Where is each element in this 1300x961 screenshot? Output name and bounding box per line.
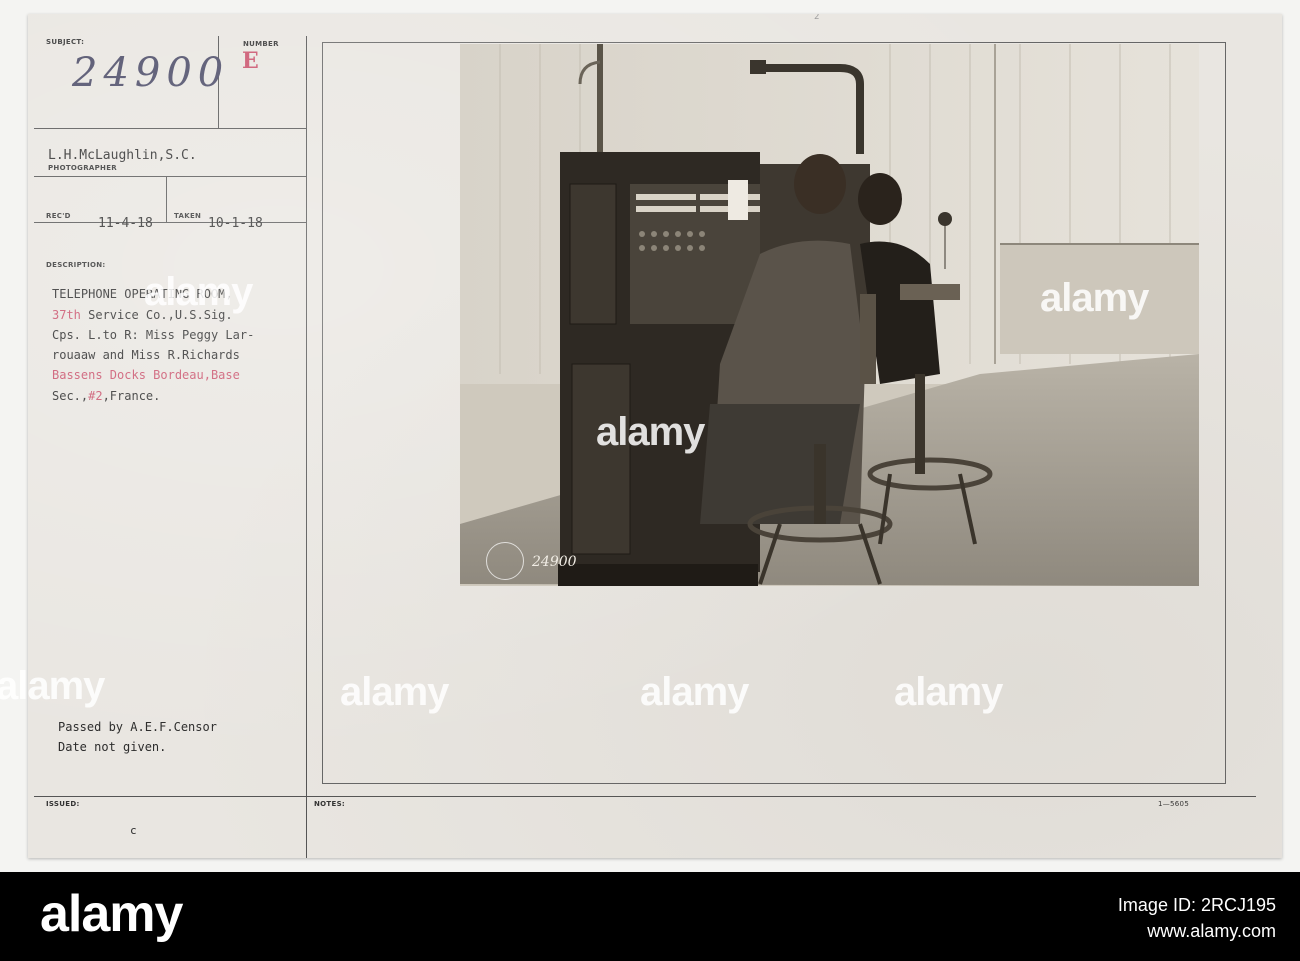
footer-site-link[interactable]: www.alamy.com: [1147, 921, 1276, 942]
signal-corps-stamp: [486, 542, 524, 580]
desc-text: ,France.: [102, 389, 161, 403]
rule-above-issued: [34, 796, 1256, 797]
watermark-logo: alamy: [596, 410, 705, 454]
footer-image-id: Image ID: 2RCJ195: [1117, 895, 1276, 915]
censor-line-1: Passed by A.E.F.Censor: [58, 720, 217, 734]
rule-under-subject: [34, 128, 306, 129]
watermark-logo: alamy: [144, 270, 253, 314]
photographer-name: L.H.McLaughlin,S.C.: [48, 148, 197, 163]
watermark-logo: alamy: [894, 670, 1003, 714]
rule-under-dates: [34, 222, 306, 223]
desc-red-text: #2: [88, 389, 103, 403]
taken-label: TAKEN: [174, 212, 202, 220]
form-code: 1—5605: [1158, 800, 1190, 808]
desc-text: Sec.,: [52, 389, 89, 403]
subject-number: 24900: [72, 50, 230, 96]
left-column-border: [306, 36, 307, 858]
issued-label: ISSUED:: [46, 800, 80, 808]
photo-stamp-number: 24900: [532, 554, 577, 570]
notes-label: NOTES:: [314, 800, 346, 808]
desc-line: Cps. L.to R: Miss Peggy Lar-: [52, 328, 255, 342]
number-label: NUMBER: [243, 40, 279, 48]
recd-date: 11-4-18: [98, 216, 153, 231]
footer-logo[interactable]: alamy: [40, 884, 183, 944]
rule-under-photographer: [34, 176, 306, 177]
watermark-logo: alamy: [1040, 276, 1149, 320]
watermark-logo: alamy: [640, 670, 749, 714]
recd-label: REC'D: [46, 212, 71, 220]
subject-label: SUBJECT:: [46, 38, 85, 46]
corner-mark: 2: [814, 14, 820, 22]
description-label: DESCRIPTION:: [46, 261, 106, 269]
footer-bar: [0, 872, 1300, 961]
watermark-logo: alamy: [340, 670, 449, 714]
watermark-logo: alamy: [0, 664, 105, 708]
issued-mark: c: [130, 824, 137, 837]
photographer-label: PHOTOGRAPHER: [48, 164, 117, 172]
taken-date: 10-1-18: [208, 216, 263, 231]
desc-line: Sec.,#2,France.: [52, 385, 254, 406]
censor-line-2: Date not given.: [58, 740, 167, 754]
desc-line: Bassens Docks Bordeau,Base: [52, 368, 240, 382]
desc-line: rouaaw and Miss R.Richards: [52, 348, 240, 362]
desc-red-text: 37th: [52, 308, 81, 322]
number-letter: E: [242, 48, 259, 74]
recd-taken-divider: [166, 176, 167, 222]
